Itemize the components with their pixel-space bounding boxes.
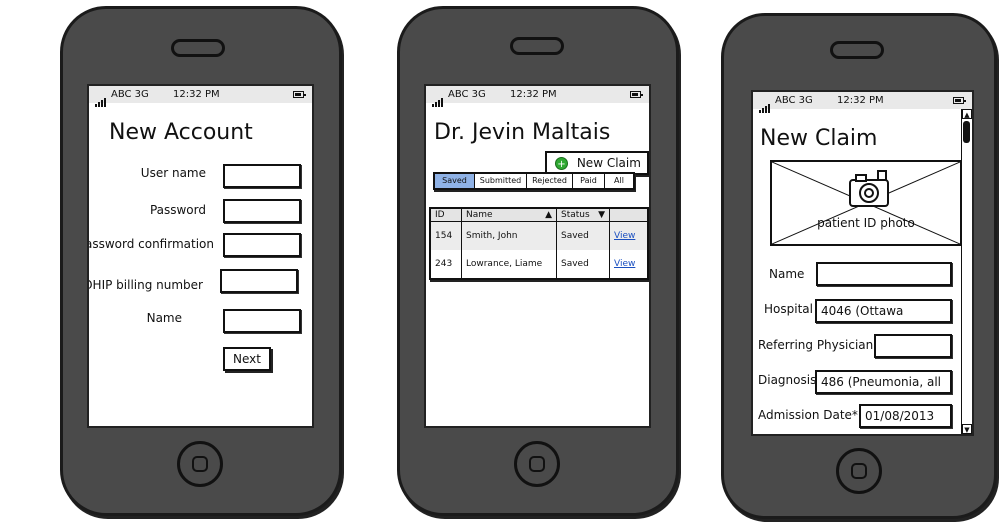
name-field[interactable] — [223, 309, 301, 333]
signal-icon — [95, 90, 107, 107]
row-name: Smith, John — [461, 221, 557, 250]
ohip-billing-number-label: OHIP billing number — [87, 278, 203, 292]
next-button[interactable]: Next — [223, 347, 271, 371]
password-confirmation-field[interactable] — [223, 233, 301, 257]
battery-icon — [293, 91, 306, 98]
admission-date-label: Admission Date* — [758, 408, 858, 422]
phone-speaker — [171, 39, 225, 57]
admission-date-field[interactable]: 01/08/2013 — [859, 404, 952, 428]
status-bar: ABC 3G 12:32 PM — [426, 86, 649, 107]
claim-status-tabs: Saved Submitted Rejected Paid All — [433, 172, 635, 190]
screen-new-claim: ABC 3G 12:32 PM New Claim patient ID pho… — [751, 90, 974, 436]
tab-rejected[interactable]: Rejected — [527, 174, 573, 188]
column-name[interactable]: Name ▲ — [461, 208, 557, 222]
phone-frame-new-account: ABC 3G 12:32 PM New Account User name Pa… — [60, 6, 342, 516]
name-label: Name — [146, 311, 182, 325]
clock: 12:32 PM — [173, 89, 220, 100]
screen-new-account: ABC 3G 12:32 PM New Account User name Pa… — [87, 84, 314, 428]
home-button[interactable] — [836, 448, 882, 494]
password-confirmation-label: Password confirmation — [87, 237, 214, 251]
tab-submitted[interactable]: Submitted — [475, 174, 527, 188]
carrier-label: ABC 3G — [448, 89, 486, 100]
view-link[interactable]: View — [614, 231, 635, 241]
sort-descending-icon: ▼ — [598, 210, 605, 220]
table-row[interactable]: 154 Smith, John Saved View — [430, 221, 648, 250]
column-name-label: Name — [466, 210, 493, 220]
page-title: Dr. Jevin Maltais — [434, 120, 611, 145]
user-name-label: User name — [140, 166, 206, 180]
page-title: New Claim — [760, 126, 878, 151]
phone-speaker — [830, 41, 884, 59]
row-status: Saved — [556, 221, 610, 250]
password-field[interactable] — [223, 199, 301, 223]
column-actions — [609, 208, 648, 222]
patient-id-photo-placeholder[interactable]: patient ID photo — [770, 160, 962, 246]
photo-caption: patient ID photo — [817, 216, 915, 230]
table-header: ID Name ▲ Status ▼ — [430, 208, 648, 222]
view-link[interactable]: View — [614, 259, 635, 269]
add-circle-icon: + — [555, 157, 568, 170]
referring-physician-label: Referring Physician — [758, 338, 874, 352]
row-id: 243 — [435, 259, 453, 269]
scroll-up-icon[interactable]: ▲ — [962, 109, 972, 119]
phone-frame-claims-list: ABC 3G 12:32 PM Dr. Jevin Maltais + New … — [397, 6, 679, 516]
diagnosis-field[interactable]: 486 (Pneumonia, all — [815, 370, 952, 394]
hospital-label: Hospital — [764, 302, 813, 316]
referring-physician-field[interactable] — [874, 334, 952, 358]
vertical-scrollbar[interactable]: ▲ ▼ — [961, 109, 972, 434]
battery-icon — [630, 91, 643, 98]
diagnosis-label: Diagnosis — [758, 373, 817, 387]
claims-table: ID Name ▲ Status ▼ 154 Smith, John Saved V… — [429, 207, 649, 280]
patient-name-field[interactable] — [816, 262, 952, 286]
battery-icon — [953, 97, 966, 104]
column-status[interactable]: Status ▼ — [556, 208, 610, 222]
image-placeholder-icon — [772, 162, 960, 244]
row-id: 154 — [430, 221, 462, 250]
signal-icon — [759, 96, 771, 113]
row-status: Saved — [556, 250, 610, 279]
column-status-label: Status — [561, 210, 590, 220]
phone-speaker — [510, 37, 564, 55]
clock: 12:32 PM — [837, 95, 884, 106]
signal-icon — [432, 90, 444, 107]
sort-ascending-icon: ▲ — [545, 210, 552, 220]
user-name-field[interactable] — [223, 164, 301, 188]
home-button[interactable] — [514, 441, 560, 487]
tab-paid[interactable]: Paid — [573, 174, 605, 188]
tab-saved[interactable]: Saved — [435, 174, 475, 188]
page-title: New Account — [109, 120, 253, 145]
row-name: Lowrance, Liame — [461, 250, 557, 279]
password-label: Password — [149, 203, 206, 217]
table-row[interactable]: 243 Lowrance, Liame Saved View — [430, 250, 648, 279]
home-button[interactable] — [177, 441, 223, 487]
screen-claims-list: ABC 3G 12:32 PM Dr. Jevin Maltais + New … — [424, 84, 651, 428]
new-claim-label: New Claim — [576, 156, 641, 170]
phone-frame-new-claim: ABC 3G 12:32 PM New Claim patient ID pho… — [721, 13, 997, 519]
clock: 12:32 PM — [510, 89, 557, 100]
carrier-label: ABC 3G — [775, 95, 813, 106]
carrier-label: ABC 3G — [111, 89, 149, 100]
ohip-billing-number-field[interactable] — [220, 269, 298, 293]
status-bar: ABC 3G 12:32 PM — [753, 92, 972, 113]
tab-all[interactable]: All — [605, 174, 633, 188]
patient-name-label: Name — [769, 267, 805, 281]
hospital-field[interactable]: 4046 (Ottawa — [815, 299, 952, 323]
scroll-thumb[interactable] — [963, 121, 970, 143]
column-id[interactable]: ID — [430, 208, 462, 222]
status-bar: ABC 3G 12:32 PM — [89, 86, 312, 107]
scroll-down-icon[interactable]: ▼ — [962, 424, 972, 434]
